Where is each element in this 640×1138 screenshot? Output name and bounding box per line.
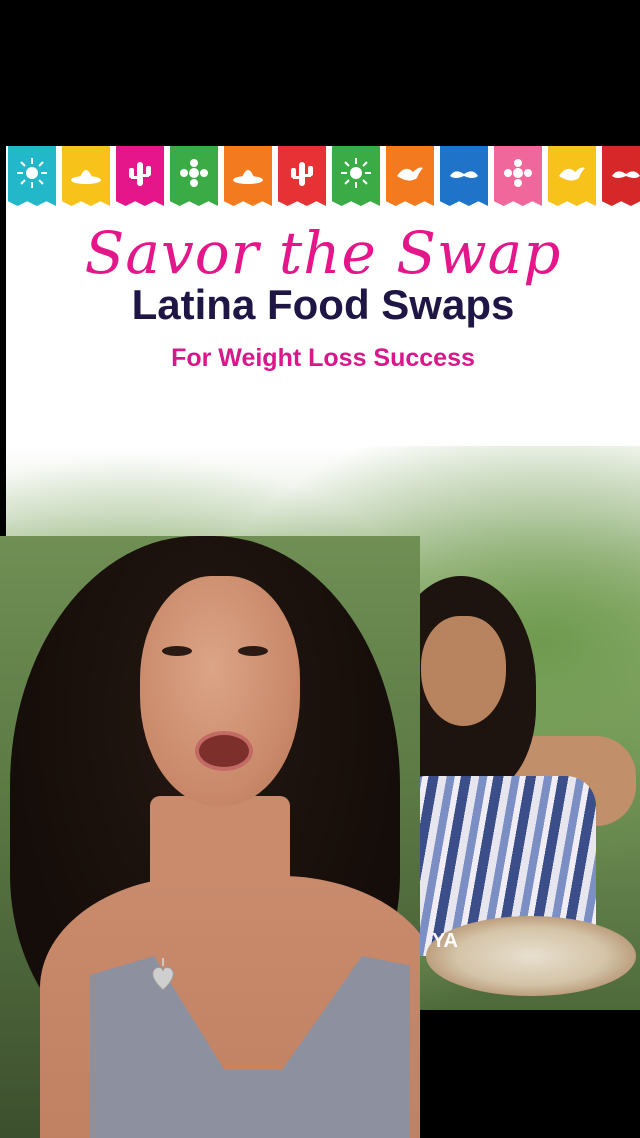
- cactus-icon: [291, 162, 313, 186]
- script-title: Savor the Swap: [84, 219, 562, 287]
- banner-flag: [494, 146, 542, 200]
- banner-flag: [332, 146, 380, 200]
- caption-fragment: YA: [432, 930, 458, 952]
- banner-flag: [62, 146, 110, 200]
- banner-flag: [170, 146, 218, 200]
- papel-picado-banner: [6, 146, 640, 204]
- banner-flag: [548, 146, 596, 200]
- presenter-overlay: [0, 536, 420, 1138]
- presenter-mouth: [195, 731, 253, 771]
- mustache-icon: [450, 171, 478, 178]
- banner-flag: [224, 146, 272, 200]
- banner-flag: [278, 146, 326, 200]
- subtitle: For Weight Loss Success: [171, 344, 475, 372]
- video-frame: Savor the Swap Latina Food Swaps For Wei…: [0, 0, 640, 1138]
- banner-flag: [440, 146, 488, 200]
- main-title: Latina Food Swaps: [131, 281, 515, 328]
- left-eye: [162, 646, 192, 656]
- banner-flag: [386, 146, 434, 200]
- banner-flag: [602, 146, 640, 200]
- presenter-face: [140, 576, 300, 806]
- face: [421, 616, 506, 726]
- cactus-icon: [129, 162, 151, 186]
- right-eye: [238, 646, 268, 656]
- flower-icon: [504, 159, 532, 187]
- sombrero-icon: [233, 170, 263, 184]
- sombrero-icon: [71, 170, 101, 184]
- banner-flag: [8, 146, 56, 200]
- heart-pendant-icon: [152, 958, 174, 991]
- sun-icon: [341, 158, 371, 188]
- bird-icon: [559, 167, 585, 181]
- food-plate: [426, 916, 636, 996]
- sun-icon: [17, 158, 47, 188]
- mustache-icon: [612, 171, 640, 178]
- top-letterbox: [0, 0, 640, 146]
- banner-flag: [116, 146, 164, 200]
- bird-icon: [397, 167, 423, 181]
- flower-icon: [180, 159, 208, 187]
